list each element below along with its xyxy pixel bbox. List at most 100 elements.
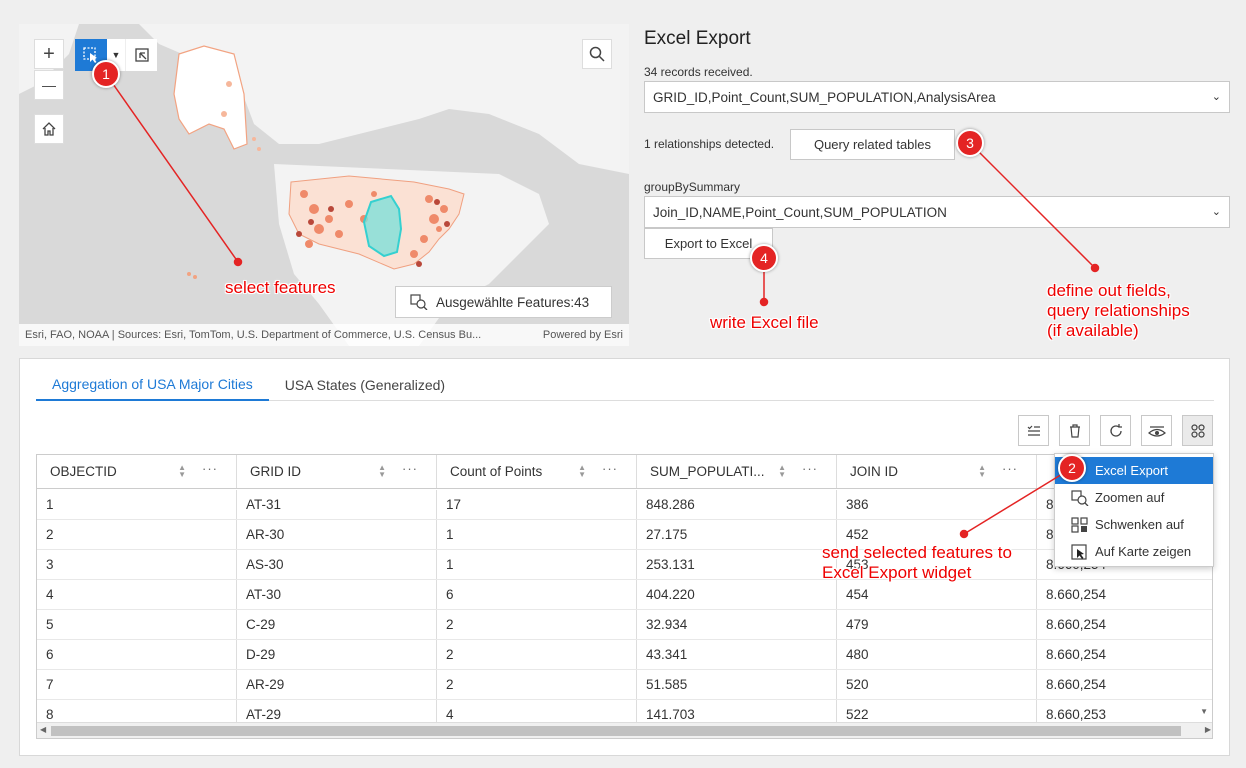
annotation-text-3: define out fields, query relationships (… [1047, 281, 1190, 341]
show-hide-columns-button[interactable] [1141, 415, 1172, 446]
table-row[interactable]: 5 C-29 2 32.934 479 8.660,254 [37, 610, 1212, 640]
sort-icon[interactable]: ▲ ▼ [178, 464, 186, 479]
more-actions-button[interactable] [1182, 415, 1213, 446]
table-cell: 5 [37, 610, 237, 639]
out-fields-select[interactable]: GRID_ID,Point_Count,SUM_POPULATION,Analy… [644, 81, 1230, 113]
table-cell: 17 [437, 490, 637, 519]
table-cell: 3 [37, 550, 237, 579]
column-header-grid-id[interactable]: GRID ID ▲ ▼ ··· [237, 455, 437, 488]
table-row[interactable]: 3AS-301253.1314538.660,254 [37, 550, 1212, 580]
scroll-right-icon[interactable]: ▶ [1205, 725, 1211, 734]
horizontal-scrollbar[interactable]: ◀ ▶ [37, 722, 1212, 738]
plus-icon: + [43, 42, 55, 65]
relationships-status: 1 relationships detected. [644, 137, 775, 151]
table-cell: 8.660,254 [1037, 580, 1212, 609]
annotation-text-3-line3: (if available) [1047, 321, 1139, 340]
map-search-button[interactable] [582, 39, 612, 69]
menu-item-label: Schwenken auf [1095, 517, 1184, 532]
table-cell: 479 [837, 610, 1037, 639]
column-header-count-of-points[interactable]: Count of Points ▲ ▼ ··· [437, 455, 637, 488]
show-selection-button[interactable] [1018, 415, 1049, 446]
tab-usa-states[interactable]: USA States (Generalized) [269, 369, 461, 401]
chevron-down-icon: ⌄ [1211, 91, 1221, 103]
query-related-tables-button[interactable]: Query related tables [790, 129, 955, 160]
table-toolbar [1018, 415, 1213, 446]
table-cell: AT-31 [237, 490, 437, 519]
scroll-left-icon[interactable]: ◀ [40, 725, 46, 734]
scroll-down-icon[interactable]: ▼ [1200, 707, 1208, 716]
sort-icon[interactable]: ▲ ▼ [978, 464, 986, 479]
pan-to-icon [1071, 516, 1088, 533]
column-header-sum-population[interactable]: SUM_POPULATI... ▲ ▼ ··· [637, 455, 837, 488]
map-attribution: Esri, FAO, NOAA | Sources: Esri, TomTom,… [19, 324, 629, 346]
table-cell: 43.341 [637, 640, 837, 669]
table-cell: 454 [837, 580, 1037, 609]
group-by-label: groupBySummary [644, 180, 741, 194]
column-menu-icon[interactable]: ··· [802, 461, 818, 476]
sort-icon[interactable]: ▲ ▼ [578, 464, 586, 479]
minus-icon: — [42, 77, 56, 93]
annotation-text-2-line1: send selected features to [822, 543, 1012, 562]
table-header: OBJECTID ▲ ▼ ··· GRID ID ▲ ▼ ··· Count of Poin… [37, 455, 1212, 489]
table-row[interactable]: 6 D-29 2 43.341 480 8.660,254 [37, 640, 1212, 670]
selected-features-button[interactable]: Ausgewählte Features:43 [395, 286, 612, 318]
select-tool-dropdown[interactable]: ▼ [107, 50, 125, 60]
home-button[interactable] [34, 114, 64, 144]
zoom-out-button[interactable]: — [34, 70, 64, 100]
refresh-button[interactable] [1100, 415, 1131, 446]
annotation-badge-3: 3 [956, 129, 984, 157]
attribution-text: Esri, FAO, NOAA | Sources: Esri, TomTom,… [25, 329, 482, 341]
table-cell: C-29 [237, 610, 437, 639]
scrollbar-thumb[interactable] [51, 726, 1181, 736]
table-cell: 32.934 [637, 610, 837, 639]
annotation-text-3-line2: query relationships [1047, 301, 1190, 320]
table-row[interactable]: 4 AT-30 6 404.220 454 8.660,254 [37, 580, 1212, 610]
column-menu-icon[interactable]: ··· [1002, 461, 1018, 476]
table-cell: 386 [837, 490, 1037, 519]
attribute-table[interactable]: OBJECTID ▲ ▼ ··· GRID ID ▲ ▼ ··· Count of Poin… [36, 454, 1213, 739]
table-row[interactable]: 7 AR-29 2 51.585 520 8.660,254 [37, 670, 1212, 700]
column-menu-icon[interactable]: ··· [202, 461, 218, 476]
selected-features-label: Ausgewählte Features:43 [436, 294, 590, 310]
column-label: GRID ID [250, 464, 302, 479]
table-cell: 1 [437, 550, 637, 579]
sort-icon[interactable]: ▲ ▼ [778, 464, 786, 479]
table-cell: 6 [37, 640, 237, 669]
select-cursor-icon [83, 47, 97, 63]
zoom-to-selection-icon [410, 294, 428, 310]
annotation-text-2: send selected features to Excel Export w… [822, 543, 1012, 583]
records-status: 34 records received. [644, 65, 753, 79]
group-by-select[interactable]: Join_ID,NAME,Point_Count,SUM_POPULATION … [644, 196, 1230, 228]
show-on-map-icon [1071, 543, 1087, 560]
column-label: SUM_POPULATI... [650, 464, 765, 479]
column-header-join-id[interactable]: JOIN ID ▲ ▼ ··· [837, 455, 1037, 488]
menu-item-show-on-map[interactable]: Auf Karte zeigen [1055, 538, 1213, 565]
table-cell: 253.131 [637, 550, 837, 579]
out-fields-value: GRID_ID,Point_Count,SUM_POPULATION,Analy… [653, 89, 996, 105]
column-header-objectid[interactable]: OBJECTID ▲ ▼ ··· [37, 455, 237, 488]
sort-icon[interactable]: ▲ ▼ [378, 464, 386, 479]
table-cell: AR-30 [237, 520, 437, 549]
table-cell: 51.585 [637, 670, 837, 699]
column-menu-icon[interactable]: ··· [602, 461, 618, 476]
table-cell: 1 [437, 520, 637, 549]
annotation-badge-2: 2 [1058, 454, 1086, 482]
clear-selection-button[interactable] [125, 39, 157, 71]
table-cell: 2 [437, 670, 637, 699]
tab-aggregation[interactable]: Aggregation of USA Major Cities [36, 369, 269, 401]
grid-menu-icon [1190, 423, 1205, 438]
chevron-down-icon: ▼ [111, 50, 121, 60]
zoom-in-button[interactable]: + [34, 39, 64, 69]
table-cell: 2 [437, 640, 637, 669]
excel-export-widget: Excel Export 34 records received. GRID_I… [644, 24, 1234, 324]
table-row[interactable]: 2 AR-30 1 27.175 452 8 [37, 520, 1212, 550]
column-menu-icon[interactable]: ··· [402, 461, 418, 476]
table-cell: 8.660,254 [1037, 640, 1212, 669]
table-row[interactable]: 1 AT-31 17 848.286 386 8 [37, 490, 1212, 520]
delete-selection-button[interactable] [1059, 415, 1090, 446]
menu-item-zoom-to[interactable]: Zoomen auf [1055, 484, 1213, 511]
table-cell: 2 [37, 520, 237, 549]
table-cell: 404.220 [637, 580, 837, 609]
menu-item-pan-to[interactable]: Schwenken auf [1055, 511, 1213, 538]
menu-item-label: Excel Export [1095, 463, 1168, 478]
